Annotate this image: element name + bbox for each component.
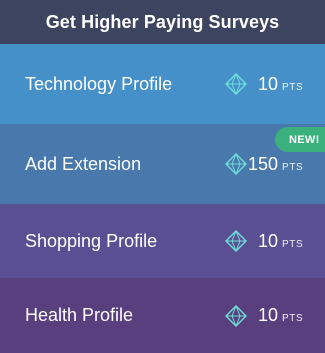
points-value: 10 PTS [258, 305, 304, 325]
row-label: Shopping Profile [25, 230, 158, 251]
diamond-icon [225, 304, 247, 327]
surveys-panel: Get Higher Paying Surveys Technology Pro… [0, 0, 325, 353]
diamond-icon [225, 153, 247, 175]
points-value: 150 PTS [248, 153, 304, 174]
survey-row-shopping-profile[interactable]: Shopping Profile 10 PTS [0, 204, 325, 278]
new-badge: NEW! [275, 127, 325, 152]
points-value: 10 PTS [258, 73, 304, 94]
row-label: Technology Profile [25, 73, 173, 94]
survey-row-health-profile[interactable]: Health Profile 10 PTS [0, 278, 325, 353]
points-value: 10 PTS [258, 230, 304, 251]
row-label: Health Profile [25, 305, 134, 325]
diamond-icon [225, 73, 247, 95]
row-label: Add Extension [25, 153, 142, 174]
survey-row-technology-profile[interactable]: Technology Profile 10 PTS [0, 44, 325, 124]
diamond-icon [225, 230, 247, 252]
panel-title: Get Higher Paying Surveys [0, 0, 325, 44]
